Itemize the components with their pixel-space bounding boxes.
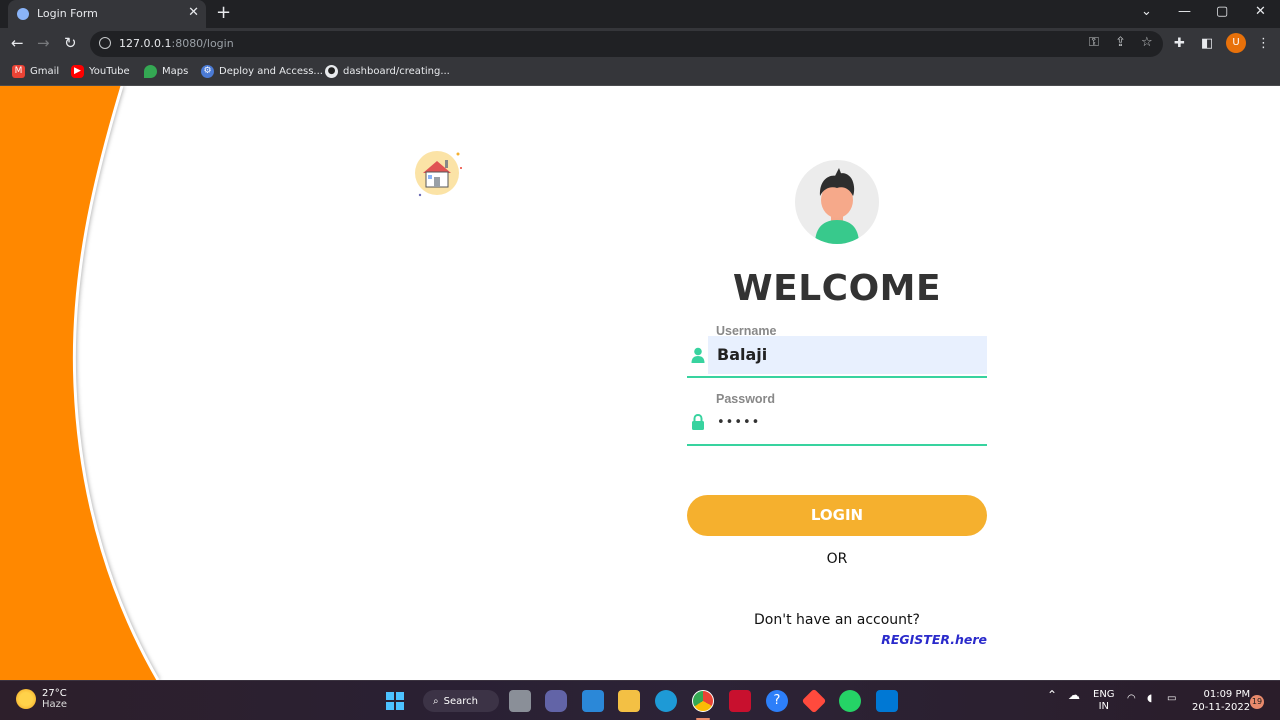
maps-icon <box>144 65 157 78</box>
search-icon: ⌕ <box>433 695 439 707</box>
register-link[interactable]: REGISTER.here <box>867 632 987 647</box>
start-icon[interactable] <box>384 690 406 712</box>
notification-badge[interactable]: 19 <box>1250 695 1264 709</box>
site-info-icon[interactable] <box>99 37 111 49</box>
browser-tab-bar: Login Form ✕ + ⌄ — ▢ ✕ <box>0 0 1280 28</box>
help-icon[interactable]: ? <box>766 690 788 712</box>
clock[interactable]: 01:09 PM 20-11-2022 <box>1192 688 1250 714</box>
bookmark-youtube[interactable]: ▶ YouTube <box>71 65 130 78</box>
key-icon[interactable]: ⚿ <box>1089 35 1099 50</box>
whatsapp-icon[interactable] <box>839 690 861 712</box>
vscode-icon[interactable] <box>876 690 898 712</box>
new-tab-button[interactable]: + <box>216 3 231 23</box>
battery-icon[interactable]: ▭ <box>1167 693 1176 705</box>
wifi-icon[interactable]: ◠ <box>1127 693 1136 705</box>
login-page: WELCOME Username Password ••••• LOGIN OR… <box>0 86 1280 680</box>
tab-title: Login Form <box>37 7 98 20</box>
haze-sun-icon <box>16 689 36 709</box>
minimize-icon[interactable]: — <box>1178 4 1191 19</box>
weather-desc: Haze <box>42 699 68 710</box>
orange-wave-decoration <box>0 86 160 680</box>
maximize-icon[interactable]: ▢ <box>1216 4 1228 19</box>
address-bar[interactable]: 127.0.0.1:8080/login ⚿ ⇪ ☆ <box>90 31 1163 57</box>
welcome-heading: WELCOME <box>732 268 942 309</box>
bookmark-maps[interactable]: Maps <box>144 65 188 78</box>
language-indicator[interactable]: ENG IN <box>1093 689 1115 713</box>
teams-chat-icon[interactable] <box>545 690 567 712</box>
bookmark-github[interactable]: ● dashboard/creating... <box>325 65 450 78</box>
github-icon: ● <box>325 65 338 78</box>
menu-icon[interactable]: ⋮ <box>1257 36 1270 51</box>
youtube-icon: ▶ <box>71 65 84 78</box>
user-icon <box>691 347 705 363</box>
password-input[interactable]: ••••• <box>708 404 987 442</box>
close-window-icon[interactable]: ✕ <box>1255 4 1266 19</box>
side-panel-icon[interactable]: ◧ <box>1201 36 1213 51</box>
task-view-icon[interactable] <box>509 690 531 712</box>
volume-icon[interactable]: ◖ <box>1147 693 1152 705</box>
tab-search-icon[interactable]: ⌄ <box>1141 4 1152 19</box>
mcafee-icon[interactable] <box>729 690 751 712</box>
file-explorer-icon[interactable] <box>618 690 640 712</box>
store-icon[interactable] <box>582 690 604 712</box>
bookmark-star-icon[interactable]: ☆ <box>1141 35 1153 50</box>
browser-toolbar: ← → ↻ 127.0.0.1:8080/login ⚿ ⇪ ☆ ✚ ◧ U ⋮ <box>0 28 1280 60</box>
weather-widget[interactable]: 27°C Haze <box>16 688 67 710</box>
globe-icon <box>17 8 29 20</box>
bookmark-deploy[interactable]: ⚙ Deploy and Access... <box>201 65 323 78</box>
forward-icon[interactable]: → <box>37 34 50 52</box>
bookmarks-bar: M Gmail ▶ YouTube Maps ⚙ Deploy and Acce… <box>0 60 1280 86</box>
reload-icon[interactable]: ↻ <box>64 34 77 52</box>
close-tab-icon[interactable]: ✕ <box>188 5 199 20</box>
no-account-text: Don't have an account? <box>754 612 920 628</box>
lock-icon <box>692 414 704 430</box>
username-field: Username <box>687 324 987 378</box>
git-icon[interactable] <box>801 688 827 714</box>
chrome-icon[interactable] <box>692 690 714 712</box>
browser-tab[interactable]: Login Form ✕ <box>8 0 206 28</box>
back-icon[interactable]: ← <box>11 34 24 52</box>
chevron-up-icon[interactable]: ⌃ <box>1047 689 1057 701</box>
user-avatar <box>795 160 879 244</box>
password-field: Password ••••• <box>687 392 987 446</box>
home-icon[interactable] <box>412 148 462 198</box>
url-text[interactable]: 127.0.0.1:8080/login <box>119 37 234 50</box>
taskbar-search-button[interactable]: ⌕ Search <box>423 690 499 712</box>
share-icon[interactable]: ⇪ <box>1115 35 1126 50</box>
edge-icon[interactable] <box>655 690 677 712</box>
bookmark-gmail[interactable]: M Gmail <box>12 65 59 78</box>
weather-temp: 27°C <box>42 688 67 699</box>
deploy-icon: ⚙ <box>201 65 214 78</box>
gmail-icon: M <box>12 65 25 78</box>
onedrive-icon[interactable]: ☁ <box>1068 689 1080 701</box>
or-separator: OR <box>826 551 848 567</box>
username-input[interactable] <box>708 336 987 374</box>
profile-avatar[interactable]: U <box>1226 33 1246 53</box>
extensions-icon[interactable]: ✚ <box>1174 36 1185 51</box>
taskbar: 27°C Haze ⌕ Search ? ⌃ ☁ ENG IN ◠ ◖ ▭ 01… <box>0 680 1280 720</box>
login-button[interactable]: LOGIN <box>687 495 987 536</box>
